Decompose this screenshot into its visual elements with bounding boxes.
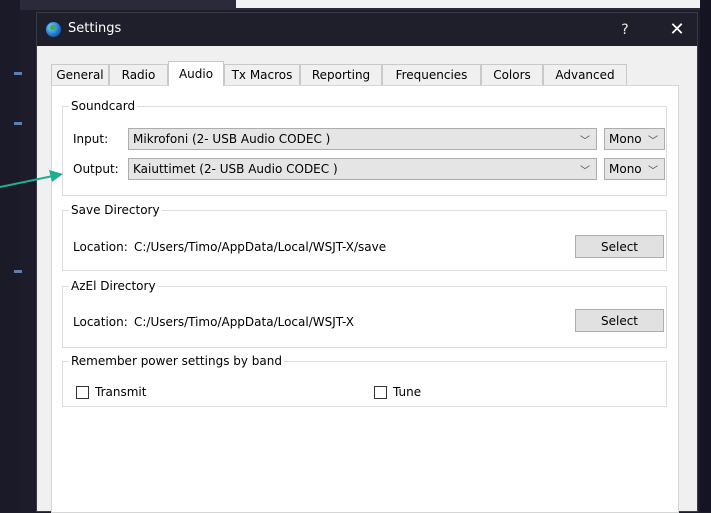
tab-audio[interactable]: Audio <box>168 61 224 86</box>
annotation-arrow-icon <box>0 170 63 188</box>
